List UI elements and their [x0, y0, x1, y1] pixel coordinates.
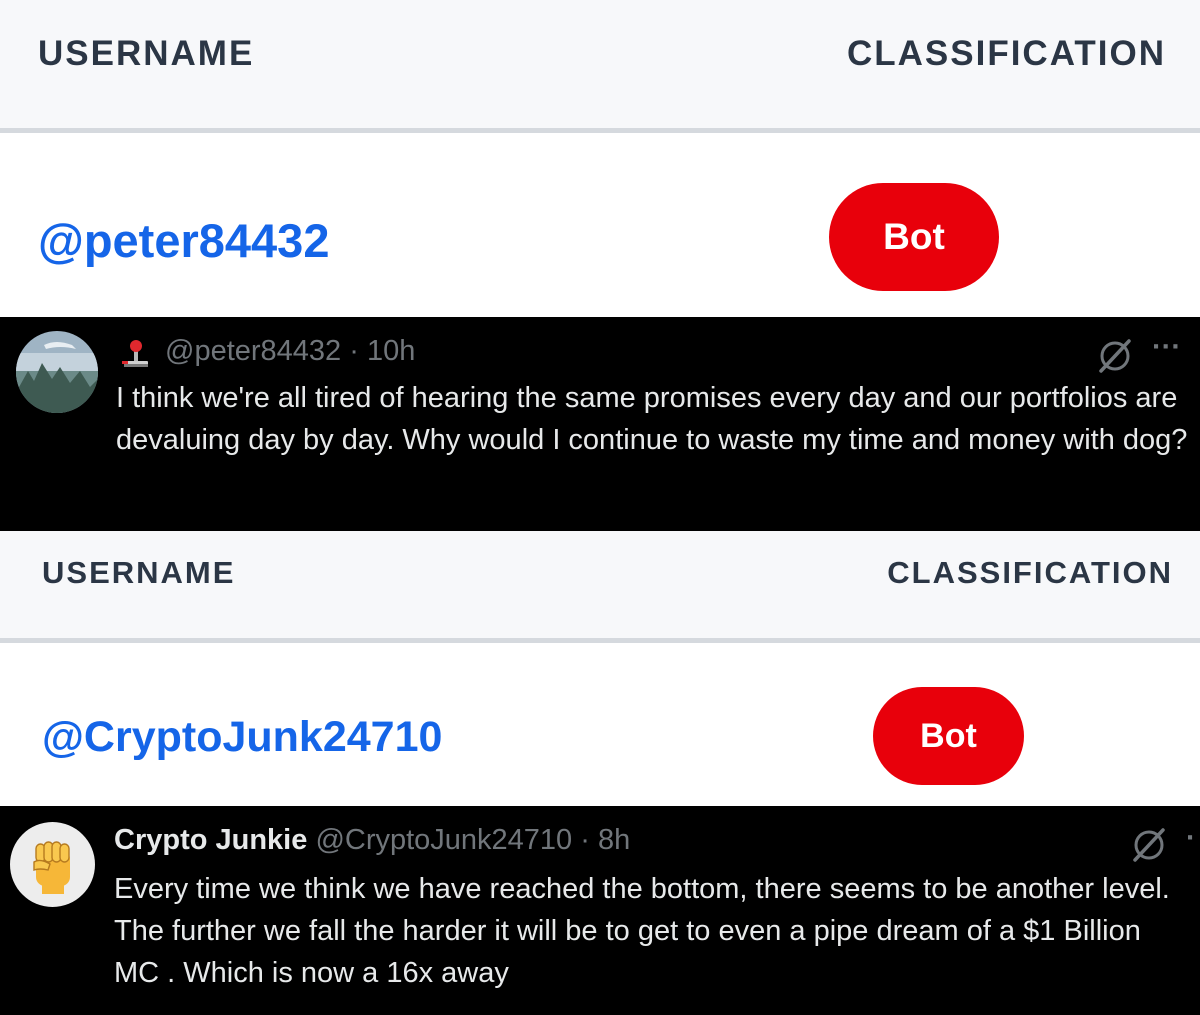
tweet-handle[interactable]: @peter84432 — [165, 335, 341, 367]
more-options-icon[interactable]: · — [1186, 822, 1196, 855]
tweet-text: I think we're all tired of hearing the s… — [116, 382, 1188, 456]
grok-icon[interactable] — [1130, 826, 1170, 869]
classification-column-header: CLASSIFICATION — [887, 555, 1173, 590]
username-link[interactable]: @CryptoJunk24710 — [42, 713, 442, 762]
more-options-icon[interactable]: ··· — [1152, 331, 1181, 364]
username-column-header: USERNAME — [42, 555, 236, 590]
tweet-time[interactable]: 10h — [367, 335, 415, 367]
landscape-avatar[interactable] — [16, 331, 98, 413]
username-link[interactable]: @peter84432 — [38, 213, 329, 268]
tweet-text: Every time we think we have reached the … — [114, 873, 1170, 989]
classification-badge: Bot — [829, 183, 999, 291]
raised-fist-emoji[interactable] — [10, 822, 95, 907]
classification-column-header: CLASSIFICATION — [846, 34, 1166, 73]
joystick-icon — [120, 337, 152, 374]
table-header-2: USERNAME CLASSIFICATION — [0, 531, 1200, 643]
table-row-2: @CryptoJunk24710 Bot — [0, 643, 1200, 806]
username-column-header: USERNAME — [38, 34, 255, 73]
table-row-1: @peter84432 Bot — [0, 133, 1200, 317]
separator-dot: · — [349, 335, 359, 367]
classification-badge: Bot — [873, 687, 1024, 785]
tweet-handle[interactable]: @CryptoJunk24710 — [315, 824, 572, 856]
display-name[interactable]: Crypto Junkie — [114, 824, 307, 856]
tweet-meta-1: @peter84432 · 10h — [165, 335, 415, 368]
tweet-meta-2: Crypto Junkie @CryptoJunk24710 · 8h — [114, 824, 630, 857]
separator-dot: · — [580, 824, 590, 856]
table-header-1: USERNAME CLASSIFICATION — [0, 0, 1200, 133]
tweet-card-2[interactable]: Crypto Junkie @CryptoJunk24710 · 8h · Ev… — [0, 806, 1200, 1015]
tweet-time[interactable]: 8h — [598, 824, 630, 856]
grok-icon[interactable] — [1096, 337, 1136, 380]
tweet-card-1[interactable]: @peter84432 · 10h ··· I think we're all … — [0, 317, 1200, 531]
